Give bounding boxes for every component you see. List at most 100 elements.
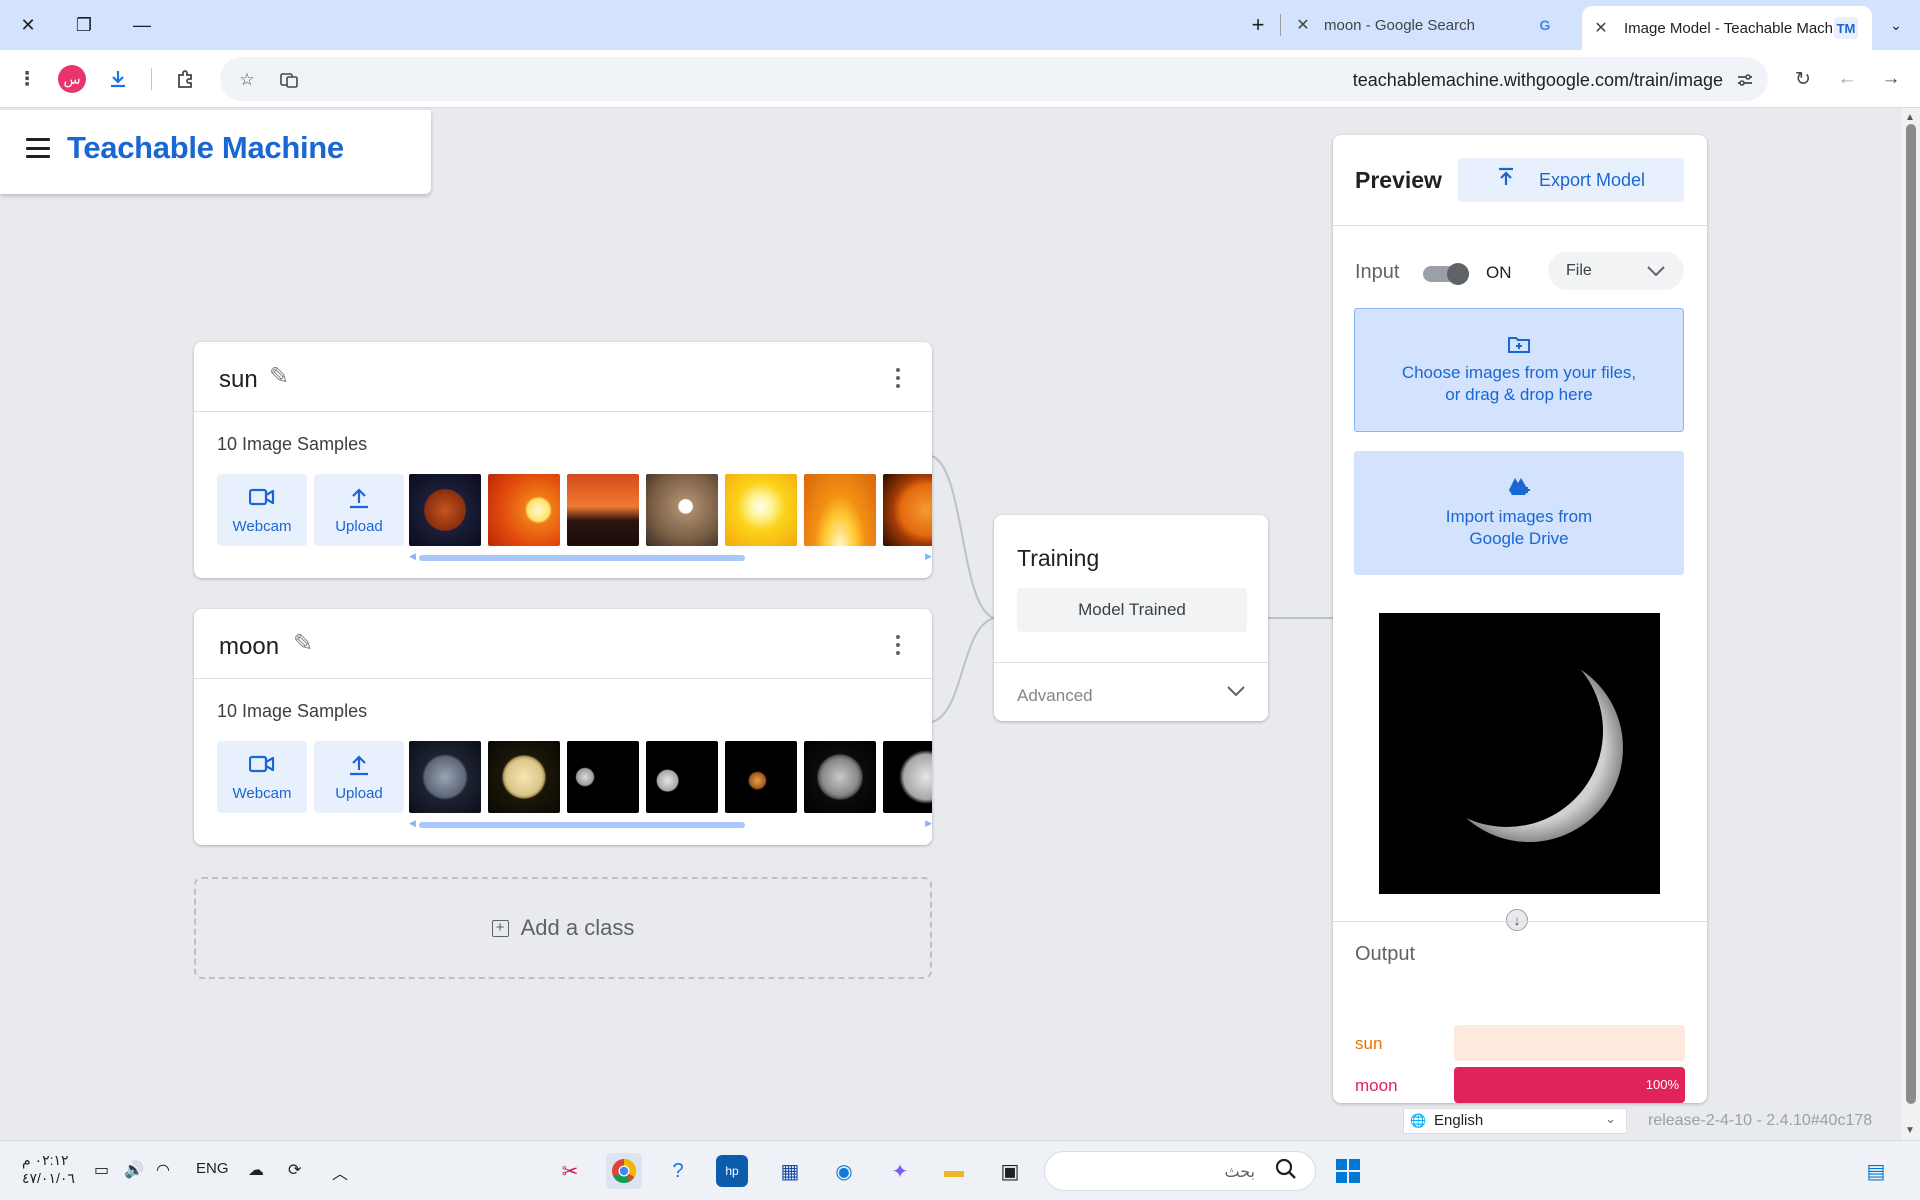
sync-icon[interactable]: ⟳ xyxy=(288,1160,301,1180)
url-text[interactable]: teachablemachine.withgoogle.com/train/im… xyxy=(1353,70,1723,91)
edge-icon[interactable]: ◉ xyxy=(826,1153,862,1189)
system-clock[interactable]: ٠٢:١٢ م ٤٧/٠١/٠٦ xyxy=(22,1151,75,1187)
sample-thumbnail[interactable] xyxy=(883,474,932,546)
sample-thumbnail[interactable] xyxy=(567,741,639,813)
address-bar[interactable]: ☆ teachablemachine.withgoogle.com/train/… xyxy=(220,57,1768,101)
scroll-down-icon[interactable]: ▼ xyxy=(1905,1125,1915,1136)
sample-thumbnail[interactable] xyxy=(488,741,560,813)
page-scrollbar[interactable]: ▲ ▼ xyxy=(1902,108,1920,1140)
bookmark-star-icon[interactable]: ☆ xyxy=(234,67,260,93)
upload-button[interactable]: Upload xyxy=(314,741,404,813)
output-row-moon: moon 100% xyxy=(1355,1067,1685,1103)
copilot-icon[interactable]: ✦ xyxy=(882,1153,918,1189)
page-content: Teachable Machine sun ✎ 10 Image Samples… xyxy=(0,108,1902,1140)
sample-thumbnail[interactable] xyxy=(804,741,876,813)
help-icon[interactable]: ? xyxy=(660,1153,696,1189)
upload-label: Upload xyxy=(335,517,383,535)
myhp-icon[interactable]: hp xyxy=(716,1155,748,1187)
sample-thumbnail[interactable] xyxy=(883,741,932,813)
preview-title: Preview xyxy=(1355,167,1442,193)
webcam-button[interactable]: Webcam xyxy=(217,741,307,813)
webcam-label: Webcam xyxy=(232,784,292,802)
forward-arrow-icon[interactable]: → xyxy=(1876,64,1906,94)
thumbnail-scrollbar[interactable]: ◀ ▶ xyxy=(409,818,932,829)
app-brand[interactable]: Teachable Machine xyxy=(67,130,344,166)
class-options-icon[interactable] xyxy=(896,368,902,388)
scrollbar-thumb[interactable] xyxy=(419,555,745,561)
download-icon[interactable] xyxy=(103,64,133,94)
export-model-button[interactable]: Export Model xyxy=(1458,158,1684,202)
widgets-icon[interactable]: ▤ xyxy=(1858,1153,1894,1189)
sample-thumbnails[interactable] xyxy=(409,474,932,546)
volume-icon[interactable]: 🔊 xyxy=(124,1160,144,1180)
tab-search-chevron-icon[interactable]: ⌄ xyxy=(1882,12,1910,38)
menu-dots-icon[interactable]: ⋮ xyxy=(12,64,42,94)
scrollbar-thumb[interactable] xyxy=(419,822,745,828)
new-tab-icon[interactable]: + xyxy=(1244,12,1272,38)
site-settings-icon[interactable] xyxy=(1732,67,1758,93)
close-tab-icon[interactable]: ✕ xyxy=(1588,18,1614,38)
sample-thumbnail[interactable] xyxy=(804,474,876,546)
webcam-icon xyxy=(248,486,275,512)
snipping-tool-icon[interactable]: ✂ xyxy=(552,1153,588,1189)
hamburger-menu-icon[interactable] xyxy=(26,138,50,158)
edit-pencil-icon[interactable]: ✎ xyxy=(293,629,313,658)
class-card-header: moon ✎ xyxy=(194,609,932,679)
profile-avatar[interactable]: س xyxy=(58,65,86,93)
tab-google-search[interactable]: ✕ moon - Google Search G xyxy=(1290,6,1575,44)
file-drop-zone[interactable]: Choose images from your files, or drag &… xyxy=(1354,308,1684,432)
back-arrow-icon[interactable]: ← xyxy=(1832,64,1862,94)
sample-thumbnail[interactable] xyxy=(725,741,797,813)
class-name[interactable]: sun xyxy=(219,366,258,394)
page-scrollbar-thumb[interactable] xyxy=(1906,124,1916,1104)
input-toggle[interactable] xyxy=(1423,262,1469,285)
reload-icon[interactable]: ↻ xyxy=(1788,64,1818,94)
close-window-icon[interactable]: ✕ xyxy=(14,12,42,38)
edit-pencil-icon[interactable]: ✎ xyxy=(269,362,289,391)
export-model-label: Export Model xyxy=(1538,169,1646,190)
minimize-window-icon[interactable]: — xyxy=(128,12,156,38)
advanced-toggle-label[interactable]: Advanced xyxy=(1017,686,1093,706)
sample-thumbnail[interactable] xyxy=(409,741,481,813)
webcam-button[interactable]: Webcam xyxy=(217,474,307,546)
taskbar-search[interactable]: بحث xyxy=(1044,1151,1316,1191)
translate-icon[interactable] xyxy=(276,67,302,93)
divider xyxy=(994,662,1268,663)
model-trained-button[interactable]: Model Trained xyxy=(1017,588,1247,632)
sample-count: 10 Image Samples xyxy=(217,434,368,454)
input-language[interactable]: ENG xyxy=(196,1160,229,1177)
restore-window-icon[interactable]: ❐ xyxy=(70,12,98,38)
microsoft-store-icon[interactable]: ▦ xyxy=(772,1153,808,1189)
input-source-select[interactable]: File xyxy=(1548,252,1684,290)
upload-button[interactable]: Upload xyxy=(314,474,404,546)
import-google-drive-button[interactable]: Import images from Google Drive xyxy=(1354,451,1684,575)
sample-thumbnail[interactable] xyxy=(409,474,481,546)
sample-thumbnail[interactable] xyxy=(646,741,718,813)
app-window-icon[interactable]: ▣ xyxy=(992,1153,1028,1189)
windows-start-icon[interactable] xyxy=(1330,1153,1366,1189)
confidence-percent: 100% xyxy=(1645,1077,1679,1092)
close-tab-icon[interactable]: ✕ xyxy=(1290,15,1316,35)
scroll-up-icon[interactable]: ▲ xyxy=(1905,112,1915,123)
wifi-icon[interactable]: ◠ xyxy=(156,1160,170,1180)
arrow-down-icon: ↓ xyxy=(1506,909,1528,931)
class-options-icon[interactable] xyxy=(896,635,902,655)
tab-teachable-machine[interactable]: ✕ Image Model - Teachable Mach TM xyxy=(1582,6,1872,50)
taskbar-search-placeholder: بحث xyxy=(1224,1164,1256,1181)
language-select[interactable]: 🌐 English ⌄ xyxy=(1403,1108,1627,1134)
battery-icon[interactable]: ▭ xyxy=(94,1160,109,1180)
thumbnail-scrollbar[interactable]: ◀ ▶ xyxy=(409,551,932,562)
add-class-button[interactable]: + Add a class xyxy=(194,877,932,979)
chevron-down-icon[interactable] xyxy=(1226,681,1246,704)
onedrive-icon[interactable]: ☁ xyxy=(248,1160,264,1180)
class-name[interactable]: moon xyxy=(219,633,279,661)
extensions-icon[interactable] xyxy=(170,64,200,94)
sample-thumbnail[interactable] xyxy=(646,474,718,546)
sample-thumbnail[interactable] xyxy=(725,474,797,546)
sample-thumbnail[interactable] xyxy=(567,474,639,546)
sample-thumbnail[interactable] xyxy=(488,474,560,546)
file-explorer-icon[interactable]: ▬ xyxy=(936,1153,972,1189)
sample-thumbnails[interactable] xyxy=(409,741,932,813)
show-hidden-icons-chevron-up-icon[interactable]: ︿ xyxy=(332,1160,348,1184)
chrome-icon[interactable] xyxy=(606,1153,642,1189)
